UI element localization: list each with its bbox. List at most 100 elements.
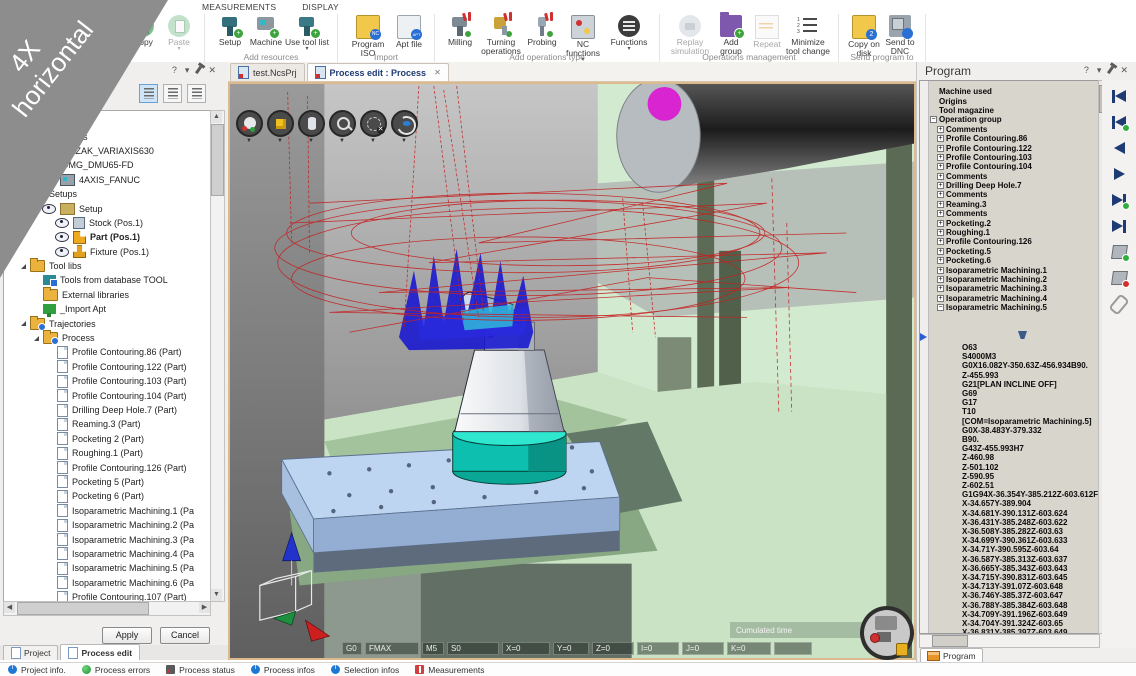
tool-stop-button[interactable] (1108, 269, 1130, 287)
chevron-down-icon[interactable]: ▾ (185, 65, 190, 75)
gcode-line[interactable]: X-34.715Y-390.831Z-603.645 (962, 573, 1099, 582)
gcode-line[interactable]: S4000M3 (962, 352, 1099, 361)
iso-view-button[interactable] (267, 110, 294, 137)
pin-icon[interactable] (195, 66, 202, 74)
gcode-line[interactable]: X-34.713Y-391.07Z-603.648 (962, 582, 1099, 591)
expand-icon[interactable]: + (937, 145, 944, 152)
tree-item-profile-contouring-104-part[interactable]: Profile Contouring.104 (Part) (4, 388, 210, 402)
program-node-comments[interactable]: +Comments (930, 209, 1097, 218)
attach-button[interactable] (1108, 295, 1130, 313)
tree-item-reaming-3-part[interactable]: Reaming.3 (Part) (4, 417, 210, 431)
dropdown-arrow-icon[interactable]: ▼ (339, 138, 345, 144)
ribbon-button-repeat[interactable]: Repeat (750, 15, 784, 49)
expand-icon[interactable]: + (937, 191, 944, 198)
document-tab-process-edit-process[interactable]: Process edit : Process✕ (307, 63, 449, 81)
expand-icon[interactable]: + (937, 135, 944, 142)
machine-status-icon[interactable] (860, 606, 914, 660)
program-node-profile-contouring-122[interactable]: +Profile Contouring.122 (930, 143, 1097, 152)
gcode-line[interactable]: O63 (962, 343, 1099, 352)
gcode-line[interactable]: [COM=Isoparametric Machining.5] (962, 417, 1099, 426)
chevron-down-icon[interactable]: ▾ (1097, 65, 1102, 75)
gcode-line[interactable]: G17 (962, 398, 1099, 407)
gcode-line[interactable]: X-34.699Y-390.361Z-603.633 (962, 536, 1099, 545)
step-to-end-alt-button[interactable] (1108, 191, 1130, 209)
refresh-view-button[interactable] (391, 110, 418, 137)
project-tree-hscrollbar[interactable]: ◀ ▶ (3, 601, 211, 616)
tree-item-isoparametric-machining-3-pa[interactable]: Isoparametric Machining.3 (Pa (4, 532, 210, 546)
tree-item-profile-contouring-86-part[interactable]: Profile Contouring.86 (Part) (4, 345, 210, 359)
ribbon-button-replay-simulation[interactable]: Replay simulation (668, 15, 712, 56)
program-node-machine-used[interactable]: +Machine used (930, 87, 1097, 96)
ribbon-button-use-tool-list[interactable]: +Use tool list▾ (285, 15, 329, 52)
cancel-button[interactable]: Cancel (160, 627, 210, 644)
gcode-line[interactable]: X-36.665Y-385.343Z-603.643 (962, 564, 1099, 573)
gcode-line[interactable]: Z-590.95 (962, 472, 1099, 481)
program-tab[interactable]: Program (920, 648, 983, 662)
program-node-profile-contouring-86[interactable]: +Profile Contouring.86 (930, 134, 1097, 143)
zoom-button[interactable] (329, 110, 356, 137)
expand-icon[interactable]: + (937, 267, 944, 274)
tree-item-pocketing-6-part[interactable]: Pocketing 6 (Part) (4, 489, 210, 503)
tab-project[interactable]: Project (3, 645, 58, 660)
tree-item-isoparametric-machining-5-pa[interactable]: Isoparametric Machining.5 (Pa (4, 561, 210, 575)
gcode-line[interactable]: X-36.746Y-385.37Z-603.647 (962, 591, 1099, 600)
expand-icon[interactable]: + (937, 220, 944, 227)
tree-item-isoparametric-machining-1-pa[interactable]: Isoparametric Machining.1 (Pa (4, 504, 210, 518)
ribbon-button-minimize-tool-change[interactable]: Minimize tool change (786, 15, 830, 56)
program-node-drilling-deep-hole-7[interactable]: +Drilling Deep Hole.7 (930, 181, 1097, 190)
tree-item-profile-contouring-103-part[interactable]: Profile Contouring.103 (Part) (4, 374, 210, 388)
expand-icon[interactable]: + (937, 201, 944, 208)
project-tree-vscrollbar[interactable]: ▲ ▼ (210, 110, 225, 602)
stock-view-button[interactable] (298, 110, 325, 137)
gcode-line[interactable]: X-36.587Y-385.313Z-603.637 (962, 555, 1099, 564)
pin-icon[interactable] (1107, 66, 1114, 74)
tree-item-isoparametric-machining-2-pa[interactable]: Isoparametric Machining.2 (Pa (4, 518, 210, 532)
ribbon-button-turning-operations[interactable]: Turning operations (479, 15, 523, 56)
gcode-line[interactable]: X-36.788Y-385.384Z-603.648 (962, 601, 1099, 610)
expand-icon[interactable]: + (937, 238, 944, 245)
expand-icon[interactable]: + (937, 154, 944, 161)
help-icon[interactable]: ? (172, 65, 177, 75)
expand-icon[interactable]: + (937, 173, 944, 180)
dropdown-arrow-icon[interactable]: ▼ (308, 138, 314, 144)
selection-clear-button[interactable] (360, 110, 387, 137)
machine-3d-scene[interactable] (230, 84, 914, 658)
ribbon-button-milling[interactable]: Milling (443, 15, 477, 47)
gcode-line[interactable]: X-34.657Y-389.904 (962, 499, 1099, 508)
gcode-line[interactable]: X-36.508Y-385.282Z-603.63 (962, 527, 1099, 536)
scroll-left-icon[interactable]: ◀ (4, 602, 15, 613)
gcode-line[interactable]: X-34.704Y-391.324Z-603.65 (962, 619, 1099, 628)
collapse-icon[interactable]: − (930, 116, 937, 123)
gcode-line[interactable]: Z-602.51 (962, 481, 1099, 490)
expand-icon[interactable]: + (937, 295, 944, 302)
program-node-isoparametric-machining-4[interactable]: +Isoparametric Machining.4 (930, 294, 1097, 303)
tab-process-edit[interactable]: Process edit (60, 644, 140, 660)
status-item-process-errors[interactable]: Process errors (82, 665, 150, 675)
ribbon-tab-display[interactable]: DISPLAY (296, 0, 345, 14)
tree-item-process[interactable]: Process (4, 331, 210, 345)
tree-item-isoparametric-machining-4-pa[interactable]: Isoparametric Machining.4 (Pa (4, 547, 210, 561)
dropdown-arrow-icon[interactable]: ▼ (246, 138, 252, 144)
tree-item-profile-contouring-126-part[interactable]: Profile Contouring.126 (Part) (4, 460, 210, 474)
program-node-isoparametric-machining-3[interactable]: +Isoparametric Machining.3 (930, 284, 1097, 293)
ribbon-button-send-to-dnc[interactable]: Send to DNC (883, 15, 917, 56)
tree-item-trajectories[interactable]: Trajectories (4, 316, 210, 330)
tree-item-drilling-deep-hole-7-part[interactable]: Drilling Deep Hole.7 (Part) (4, 403, 210, 417)
ribbon-button-functions[interactable]: Functions▾ (607, 15, 651, 52)
view-orientation-button[interactable] (236, 110, 263, 137)
scroll-thumb[interactable] (211, 124, 224, 196)
ribbon-button-probing[interactable]: Probing (525, 15, 559, 47)
expand-icon[interactable]: + (937, 285, 944, 292)
help-icon[interactable]: ? (1084, 65, 1089, 75)
dropdown-arrow-icon[interactable]: ▼ (370, 138, 376, 144)
scroll-thumb[interactable] (17, 602, 149, 615)
program-node-operation-group[interactable]: −Operation group (930, 115, 1097, 124)
scroll-up-icon[interactable]: ▲ (211, 111, 222, 123)
dropdown-arrow-icon[interactable]: ▼ (401, 138, 407, 144)
expand-icon[interactable]: + (937, 126, 944, 133)
gcode-line[interactable]: Z-501.102 (962, 463, 1099, 472)
program-node-profile-contouring-103[interactable]: +Profile Contouring.103 (930, 153, 1097, 162)
expand-icon[interactable]: + (937, 248, 944, 255)
status-item-selection-infos[interactable]: Selection infos (331, 665, 399, 675)
gcode-line[interactable]: Z-455.993 (962, 371, 1099, 380)
